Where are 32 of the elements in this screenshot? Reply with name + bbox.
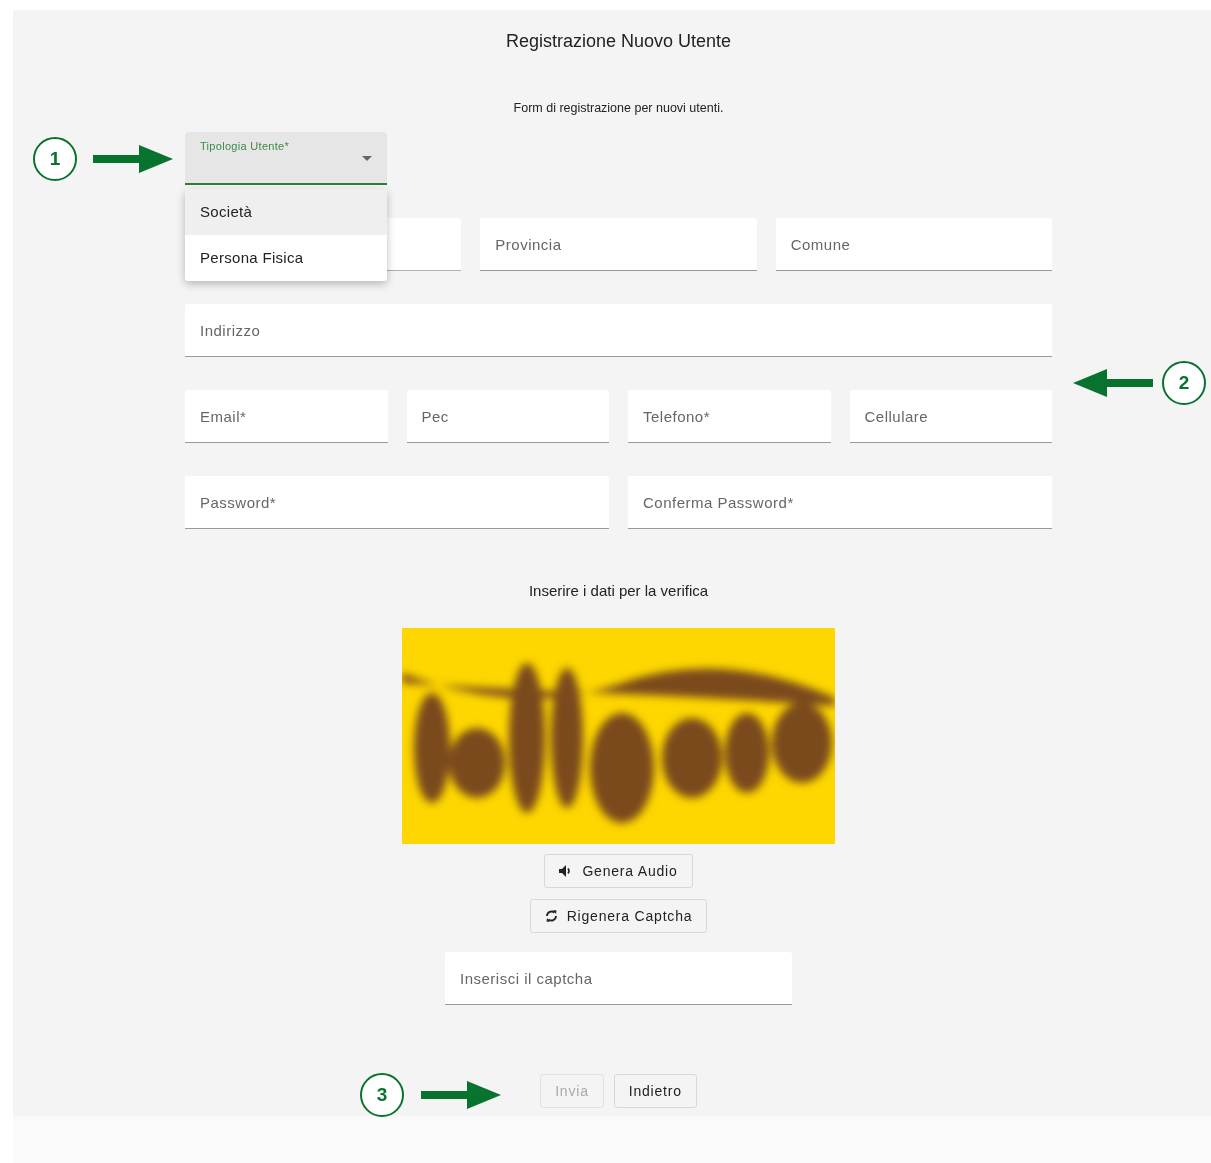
field-label: Email* [200, 407, 247, 425]
audio-button[interactable]: Genera Audio [544, 854, 693, 888]
field-placeholder: Inserisci il captcha [460, 969, 593, 987]
field-label: Comune [790, 235, 851, 253]
field-label: Conferma Password* [643, 493, 794, 511]
select-label: Tipologia Utente* [200, 140, 290, 152]
caret-icon [362, 156, 372, 161]
refresh-icon [544, 909, 558, 923]
form-description: Form di registrazione per nuovi utenti. [513, 100, 724, 116]
menu-option[interactable]: Persona Fisica [185, 235, 387, 281]
field-label: Password* [200, 493, 277, 511]
field-label: Cellulare [864, 407, 929, 425]
text-field[interactable]: Email* [185, 390, 388, 443]
page-title: Registrazione Nuovo Utente [505, 30, 732, 52]
verification-heading: Inserire i dati per la verifica [528, 582, 709, 600]
refresh-captcha-button[interactable]: Rigenera Captcha [529, 899, 708, 933]
field-label: Provincia [495, 235, 562, 253]
captcha-input[interactable]: Inserisci il captcha [445, 952, 792, 1005]
text-field[interactable]: Cellulare [849, 390, 1052, 443]
text-field[interactable]: Indirizzo [185, 304, 1052, 357]
field-label: Pec [421, 407, 449, 425]
form-button[interactable]: Indietro [613, 1074, 697, 1108]
text-field[interactable]: Provincia [480, 218, 757, 271]
text-field[interactable]: Password* [185, 476, 609, 529]
user-type-select[interactable]: Tipologia Utente* [185, 132, 387, 185]
text-field[interactable]: Pec [406, 390, 609, 443]
menu-option[interactable]: Società [185, 189, 387, 235]
text-field[interactable]: Comune [775, 218, 1052, 271]
field-label: Indirizzo [200, 321, 261, 339]
text-field[interactable]: Conferma Password* [628, 476, 1052, 529]
field-label: Telefono* [643, 407, 711, 425]
text-field[interactable]: Telefono* [628, 390, 831, 443]
